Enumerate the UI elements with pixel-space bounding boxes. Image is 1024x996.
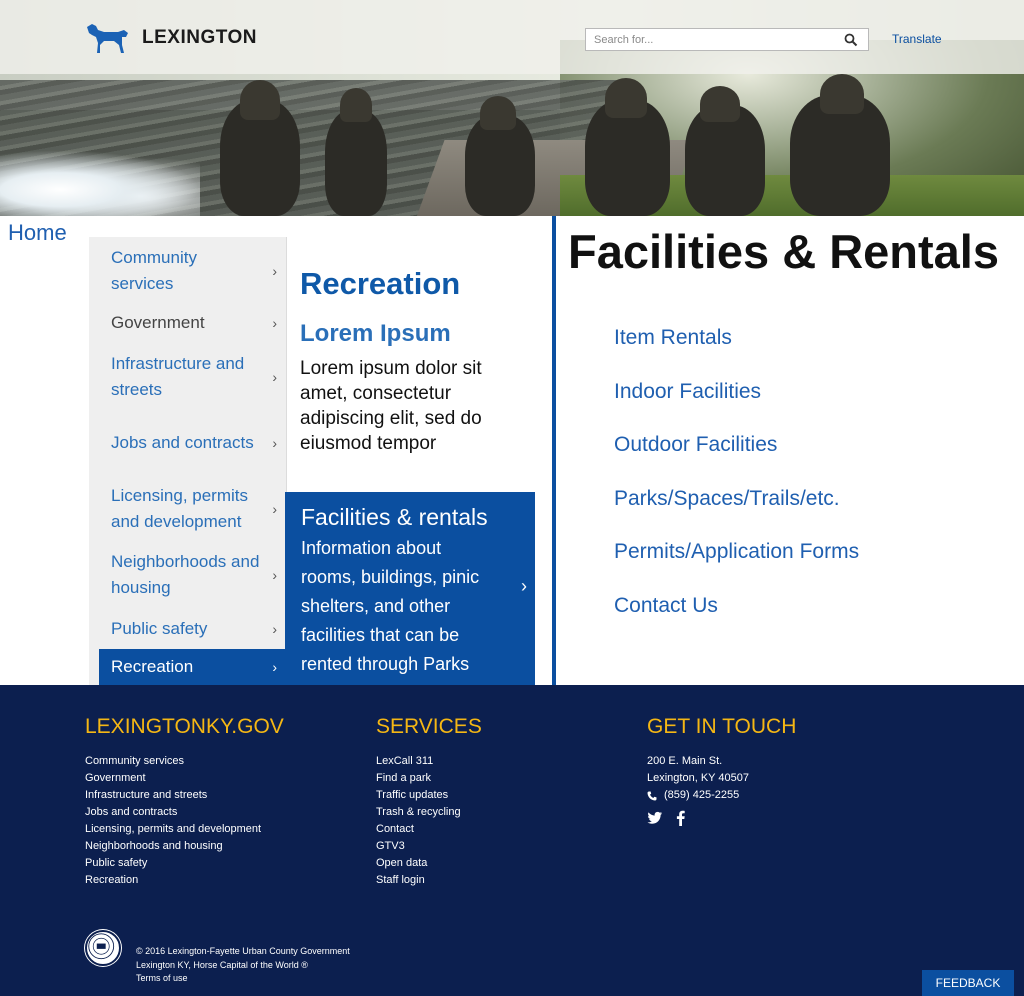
subnav-item-label: Neighborhoods and housing: [111, 552, 260, 597]
footer-link[interactable]: Jobs and contracts: [85, 804, 284, 821]
link-contact-us[interactable]: Contact Us: [614, 590, 859, 644]
chevron-right-icon: ›: [521, 576, 527, 596]
chevron-right-icon: ›: [272, 263, 277, 279]
hero-fountain: [0, 150, 200, 216]
site-logo[interactable]: LEXINGTON: [84, 20, 257, 56]
jockey-statue: [480, 96, 516, 130]
link-item-rentals[interactable]: Item Rentals: [614, 322, 859, 376]
footer-link[interactable]: LexCall 311: [376, 753, 482, 770]
search-icon[interactable]: [844, 33, 858, 47]
footer-col-contact: GET IN TOUCH 200 E. Main St. Lexington, …: [647, 715, 796, 826]
footer-link[interactable]: Infrastructure and streets: [85, 787, 284, 804]
facebook-icon[interactable]: [673, 810, 689, 826]
chevron-right-icon: ›: [272, 659, 277, 675]
footer-link[interactable]: Find a park: [376, 770, 482, 787]
lorem-heading: Lorem Ipsum: [300, 320, 451, 347]
lorem-body-text: Lorem ipsum dolor sit amet, consectetur …: [300, 358, 482, 454]
terms-of-use-link[interactable]: Terms of use: [136, 973, 188, 983]
link-parks-spaces-trails[interactable]: Parks/Spaces/Trails/etc.: [614, 483, 859, 537]
page-title: Facilities & Rentals: [568, 225, 999, 278]
footer-link[interactable]: GTV3: [376, 838, 482, 855]
address-line: 200 E. Main St.: [647, 755, 723, 767]
chevron-right-icon: ›: [272, 621, 277, 637]
subnav-item-infrastructure[interactable]: Infrastructure and streets ›: [99, 351, 287, 403]
footer-col-services: SERVICES LexCall 311 Find a park Traffic…: [376, 715, 482, 889]
horse-statue: [465, 115, 535, 216]
hero-banner: LEXINGTON Translate: [0, 0, 1024, 216]
copyright-block: © 2016 Lexington-Fayette Urban County Go…: [136, 945, 350, 986]
subnav-item-label: Recreation: [111, 657, 194, 676]
footer-link[interactable]: Contact: [376, 821, 482, 838]
subnav-item-jobs[interactable]: Jobs and contracts ›: [99, 417, 287, 469]
footer-link[interactable]: Recreation: [85, 872, 284, 889]
feedback-button[interactable]: FEEDBACK: [922, 970, 1014, 996]
feature-title: Facilities & rentals: [301, 504, 488, 530]
chevron-right-icon: ›: [272, 369, 277, 385]
breadcrumb-home[interactable]: Home: [8, 220, 67, 246]
logo-text: LEXINGTON: [142, 27, 257, 48]
subnav-item-label: Government: [111, 313, 205, 332]
subnav-item-label: Jobs and contracts: [111, 433, 254, 452]
link-indoor-facilities[interactable]: Indoor Facilities: [614, 376, 859, 430]
footer-link[interactable]: Staff login: [376, 872, 482, 889]
chevron-right-icon: ›: [272, 315, 277, 331]
footer-link[interactable]: Licensing, permits and development: [85, 821, 284, 838]
jockey-statue: [820, 74, 864, 114]
phone-icon: [647, 791, 657, 800]
search-box: [585, 28, 869, 51]
horse-logo-icon: [87, 24, 128, 53]
jockey-statue: [340, 88, 372, 122]
translate-link[interactable]: Translate: [892, 32, 942, 46]
facilities-rentals-card[interactable]: Facilities & rentals Information about r…: [285, 492, 535, 685]
footer-link[interactable]: Community services: [85, 753, 284, 770]
footer-heading: LEXINGTONKY.GOV: [85, 715, 284, 738]
section-subnav: Community services › Government › Infras…: [89, 237, 287, 685]
subnav-item-neighborhoods[interactable]: Neighborhoods and housing ›: [99, 549, 287, 601]
footer-link[interactable]: Open data: [376, 855, 482, 872]
chevron-right-icon: ›: [272, 501, 277, 517]
jockey-statue: [240, 80, 280, 120]
top-bar: LEXINGTON Translate: [0, 0, 1024, 74]
phone-number: (859) 425-2255: [664, 789, 740, 801]
chevron-right-icon: ›: [272, 435, 277, 451]
subnav-item-public-safety[interactable]: Public safety ›: [99, 615, 287, 643]
subnav-item-label: Licensing, permits and development: [111, 486, 249, 531]
site-footer: LEXINGTONKY.GOV Community services Gover…: [0, 685, 1024, 996]
feature-description: Information about rooms, buildings, pini…: [301, 538, 480, 674]
subnav-item-community-services[interactable]: Community services ›: [99, 245, 287, 297]
phone-row[interactable]: (859) 425-2255: [647, 787, 796, 804]
twitter-icon[interactable]: [647, 810, 663, 826]
horse-statue: [325, 110, 387, 216]
social-links: [647, 810, 796, 826]
copyright-text: © 2016 Lexington-Fayette Urban County Go…: [136, 946, 350, 956]
search-input[interactable]: [586, 29, 836, 50]
footer-link[interactable]: Government: [85, 770, 284, 787]
tagline-text: Lexington KY, Horse Capital of the World…: [136, 959, 308, 970]
footer-link[interactable]: Public safety: [85, 855, 284, 872]
jockey-statue: [605, 78, 647, 118]
section-title: Recreation: [300, 266, 461, 301]
link-outdoor-facilities[interactable]: Outdoor Facilities: [614, 429, 859, 483]
footer-link[interactable]: Neighborhoods and housing: [85, 838, 284, 855]
facility-links-list: Item Rentals Indoor Facilities Outdoor F…: [614, 322, 859, 644]
chevron-right-icon: ›: [272, 567, 277, 583]
jockey-statue: [700, 86, 740, 122]
link-permits-forms[interactable]: Permits/Application Forms: [614, 536, 859, 590]
footer-heading: GET IN TOUCH: [647, 715, 797, 738]
subnav-item-label: Infrastructure and streets: [111, 354, 245, 399]
footer-col-lexingtonky: LEXINGTONKY.GOV Community services Gover…: [85, 715, 284, 889]
subnav-item-licensing[interactable]: Licensing, permits and development ›: [99, 483, 287, 535]
subnav-item-government[interactable]: Government ›: [99, 309, 287, 337]
footer-link[interactable]: Trash & recycling: [376, 804, 482, 821]
address-line: Lexington, KY 40507: [647, 772, 749, 784]
city-seal-icon: [85, 930, 121, 966]
footer-link[interactable]: Traffic updates: [376, 787, 482, 804]
content-divider: [552, 216, 556, 686]
footer-heading: SERVICES: [376, 715, 482, 738]
subnav-item-recreation[interactable]: Recreation ›: [99, 649, 287, 685]
subnav-item-label: Community services: [111, 248, 197, 293]
subnav-item-label: Public safety: [111, 619, 208, 638]
